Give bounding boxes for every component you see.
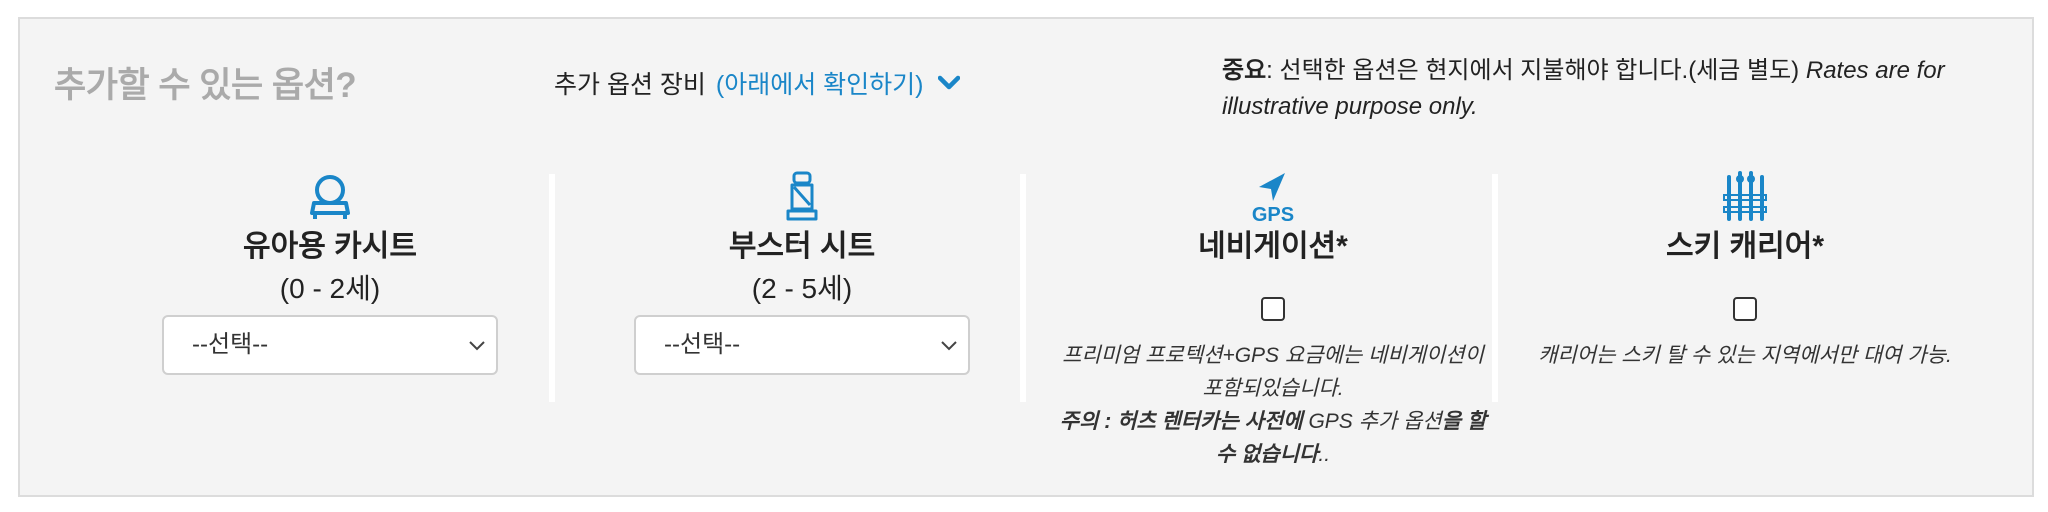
chevron-down-icon xyxy=(469,341,485,351)
infant-seat-select[interactable]: --선택-- xyxy=(162,315,498,375)
extras-panel: 추가할 수 있는 옵션? 추가 옵션 장비 (아래에서 확인하기) 중요: 선택… xyxy=(18,17,2034,497)
description-note: 주의 : 허츠 렌터카는 사전에 GPS 추가 옵션을 할 수 없습니다.. xyxy=(1059,410,1487,466)
option-navigation: GPS 네비게이션* 프리미엄 프로텍션+GPS 요금에는 네비게이션이 포함되… xyxy=(1038,169,1508,471)
option-age: (0 - 2세) xyxy=(279,273,381,304)
equipment-toggle[interactable]: 추가 옵션 장비 (아래에서 확인하기) xyxy=(554,65,960,101)
booster-seat-icon xyxy=(567,169,1037,223)
equipment-label: 추가 옵션 장비 xyxy=(554,71,706,99)
option-name: 네비게이션* xyxy=(1198,230,1348,263)
chevron-down-icon xyxy=(941,341,957,351)
select-value: --선택-- xyxy=(664,331,741,358)
option-booster-seat: 부스터 시트 (2 - 5세) --선택-- xyxy=(567,169,1037,375)
booster-seat-select[interactable]: --선택-- xyxy=(634,315,970,375)
option-name: 스키 캐리어* xyxy=(1665,230,1824,263)
option-name: 유아용 카시트 xyxy=(243,230,417,263)
option-ski-rack: 스키 캐리어* 캐리어는 스키 탈 수 있는 지역에서만 대여 가능. xyxy=(1510,169,1980,372)
gps-icon: GPS xyxy=(1038,169,1508,223)
ski-rack-checkbox[interactable] xyxy=(1733,297,1757,321)
equipment-link[interactable]: (아래에서 확인하기) xyxy=(716,65,924,101)
section-title: 추가할 수 있는 옵션? xyxy=(54,66,357,105)
payment-notice: 중요: 선택한 옵션은 현지에서 지불해야 합니다.(세금 별도) Rates … xyxy=(1222,53,2002,125)
option-name: 부스터 시트 xyxy=(728,230,876,263)
ski-rack-icon xyxy=(1510,169,1980,223)
option-description: 프리미엄 프로텍션+GPS 요금에는 네비게이션이 포함되있습니다. 주의 : … xyxy=(1058,339,1488,471)
notice-important: 중요 xyxy=(1222,57,1267,84)
option-infant-seat: 유아용 카시트 (0 - 2세) --선택-- xyxy=(95,169,565,375)
gps-icon-label: GPS xyxy=(1252,204,1294,223)
navigation-checkbox[interactable] xyxy=(1261,297,1285,321)
notice-text: : 선택한 옵션은 현지에서 지불해야 합니다.(세금 별도) xyxy=(1266,57,1806,84)
select-value: --선택-- xyxy=(192,331,269,358)
option-age: (2 - 5세) xyxy=(751,273,853,304)
description-line: 프리미엄 프로텍션+GPS 요금에는 네비게이션이 포함되있습니다. xyxy=(1062,344,1484,400)
chevron-down-icon[interactable] xyxy=(937,75,960,91)
option-description: 캐리어는 스키 탈 수 있는 지역에서만 대여 가능. xyxy=(1538,344,1952,367)
infant-seat-icon xyxy=(95,169,565,223)
